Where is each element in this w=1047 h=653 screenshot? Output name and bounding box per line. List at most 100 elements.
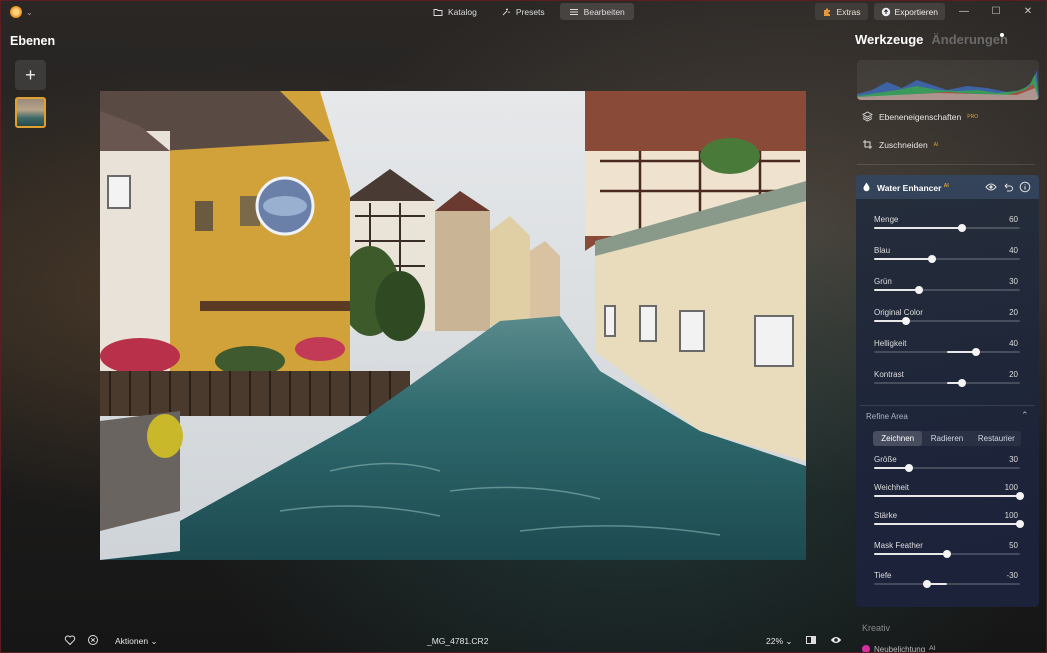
sparkle-icon [502,8,510,15]
add-layer-button[interactable]: + [15,60,46,90]
mode-radieren[interactable]: Radieren [922,431,971,446]
layers-panel-title: Ebenen [10,34,56,48]
tab-aenderungen[interactable]: Änderungen [931,32,1008,47]
slider-track[interactable] [874,255,1020,263]
slider-track[interactable] [874,224,1020,232]
close-button[interactable]: ✕ [1015,3,1041,20]
ai-badge: AI [929,645,936,652]
slider-track[interactable] [874,348,1020,356]
photo-image [100,91,806,560]
maximize-button[interactable]: ☐ [983,3,1009,20]
chevron-down-icon: ⌄ [150,636,158,646]
info-icon[interactable] [1019,181,1031,193]
slider-label: Grün [874,277,892,286]
top-right-controls: Extras Exportieren — ☐ ✕ [815,3,1041,20]
minimize-button[interactable]: — [951,3,977,20]
refine-area-title[interactable]: Refine Area [866,412,908,421]
slider-track[interactable] [874,550,1020,558]
puzzle-icon [824,8,831,16]
tab-presets[interactable]: Presets [492,3,554,20]
mode-zeichnen[interactable]: Zeichnen [873,431,923,446]
export-button[interactable]: Exportieren [873,3,945,20]
maximize-icon: ☐ [991,6,1001,17]
slider-track[interactable] [874,286,1020,294]
eye-icon[interactable] [985,181,997,193]
relight-label: Neubelichtung [874,645,926,653]
sun-logo-icon [10,6,22,18]
top-bar: ⌄ Katalog Presets Bearbeiten Extras Expo… [0,0,1047,24]
watermark-logo [255,176,315,236]
photo-canvas[interactable] [100,91,806,560]
reject-icon[interactable] [87,634,99,646]
actions-menu[interactable]: Aktionen ⌄ [115,636,158,647]
slider-handle[interactable] [957,224,966,232]
app-menu[interactable]: ⌄ [10,4,38,20]
histogram [857,60,1039,100]
slider-fill [874,553,947,555]
tab-katalog[interactable]: Katalog [424,3,486,20]
refine-mode-selector: Zeichnen Radieren Restaurier [873,431,1021,446]
sliders-icon [569,8,578,15]
heart-icon[interactable] [64,634,76,646]
bottom-bar: Aktionen ⌄ _MG_4781.CR2 22% ⌄ [0,631,850,651]
eye-icon[interactable] [830,634,842,646]
slider-handle[interactable] [905,464,914,472]
slider-fill [874,495,1020,497]
slider-fill [874,258,933,260]
slider-handle[interactable] [1016,492,1024,500]
slider-handle[interactable] [943,550,951,558]
undo-icon[interactable] [1002,181,1014,193]
slider-value: -30 [1006,571,1018,580]
water-enhancer-header[interactable]: Water Enhancer AI [856,175,1039,199]
slider-track[interactable] [874,492,1024,500]
slider-value: 100 [1004,511,1018,520]
layer-properties-tool[interactable]: Ebeneneigenschaften PRO [862,111,978,122]
slider-track[interactable] [874,520,1024,528]
close-icon: ✕ [1023,6,1033,17]
slider-value: 40 [1009,339,1018,348]
main-navigation: Katalog Presets Bearbeiten [424,3,634,20]
section-divider [857,164,1035,165]
slider-label: Tiefe [874,571,892,580]
slider-track[interactable] [874,379,1020,387]
mode-restaurieren[interactable]: Restaurier [972,431,1021,446]
slider-label: Menge [874,215,899,224]
crop-tool[interactable]: Zuschneiden AI [862,139,938,150]
slider-fill [874,523,1020,525]
slider-track[interactable] [874,317,1020,325]
pro-badge: PRO [967,113,979,120]
zoom-level[interactable]: 22% ⌄ [766,636,793,647]
changes-indicator-dot [1000,33,1004,37]
slider-fill [874,227,962,229]
section-divider [860,405,1035,406]
actions-label: Aktionen [115,636,149,646]
slider-handle[interactable] [1016,520,1024,528]
relight-tool[interactable]: Neubelichtung AI [862,645,935,653]
right-panel-tabs: Werkzeuge Änderungen [855,32,1008,47]
minimize-icon: — [959,6,969,17]
slider-label: Blau [874,246,891,255]
slider-label: Größe [874,455,897,464]
tab-werkzeuge[interactable]: Werkzeuge [855,32,923,47]
slider-value: 50 [1009,541,1018,550]
extras-button[interactable]: Extras [815,3,868,20]
layer-thumbnail[interactable] [15,97,46,128]
slider-handle[interactable] [922,580,931,588]
export-icon [881,7,890,16]
tab-katalog-label: Katalog [448,6,477,17]
slider-track[interactable] [874,580,1020,588]
tab-presets-label: Presets [515,6,545,17]
file-name: _MG_4781.CR2 [427,636,489,646]
slider-handle[interactable] [957,379,966,387]
slider-label: Helligkeit [874,339,907,348]
compare-icon[interactable] [805,634,817,646]
slider-label: Kontrast [874,370,904,379]
chevron-up-icon[interactable]: ⌃ [1021,410,1029,421]
relight-icon [862,645,870,653]
kreativ-section-title[interactable]: Kreativ [862,623,890,633]
crop-label: Zuschneiden [879,139,928,150]
slider-label: Stärke [874,511,898,520]
crop-icon [863,140,872,149]
slider-track[interactable] [874,464,1020,472]
tab-bearbeiten[interactable]: Bearbeiten [559,3,634,20]
